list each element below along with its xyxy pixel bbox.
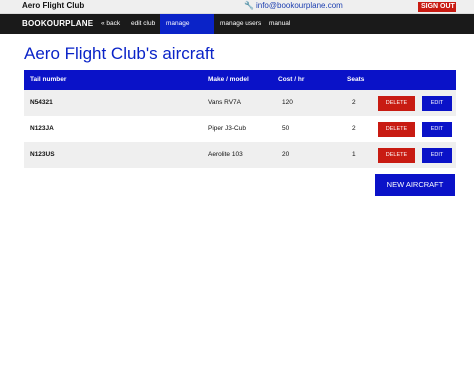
cell-make-model: Piper J3-Cub [208,125,246,132]
nav-manage-users[interactable]: manage users [214,14,267,34]
cell-tail-number: N123JA [30,125,54,132]
cell-seats: 1 [352,151,356,158]
club-name: Aero Flight Club [22,1,85,10]
cell-make-model: Vans RV7A [208,99,242,106]
contact-link[interactable]: 🔧 info@bookourplane.com [244,1,343,10]
delete-button[interactable]: DELETE [378,96,415,111]
edit-button[interactable]: EDIT [422,96,452,111]
table-row: N123US Aerolite 103 20 1 DELETE EDIT [24,142,456,168]
main-navbar: BOOKOURPLANE « back edit club manage air… [0,14,474,47]
edit-button[interactable]: EDIT [422,122,452,137]
delete-button[interactable]: DELETE [378,122,415,137]
sign-out-label: SIGN OUT [421,3,455,10]
table-header: Tail number Make / model Cost / hr Seats [24,70,456,90]
cell-make-model: Aerolite 103 [208,151,243,158]
sign-out-button[interactable]: SIGN OUT➜ [418,2,456,20]
cell-tail-number: N123US [30,151,55,158]
cell-cost: 120 [282,99,293,106]
new-aircraft-button[interactable]: NEW AIRCRAFT [375,174,455,196]
cell-cost: 20 [282,151,290,158]
contact-email[interactable]: info@bookourplane.com [256,1,343,10]
nav-back[interactable]: « back [95,14,126,34]
brand-logo[interactable]: BOOKOURPLANE [22,14,93,34]
table-row: N54321 Vans RV7A 120 2 DELETE EDIT [24,90,456,116]
delete-button[interactable]: DELETE [378,148,415,163]
edit-button[interactable]: EDIT [422,148,452,163]
cell-cost: 50 [282,125,290,132]
top-bar: Aero Flight Club 🔧 info@bookourplane.com … [0,0,474,20]
cell-seats: 2 [352,99,356,106]
header-cost-hr: Cost / hr [278,76,305,83]
wrench-icon: 🔧 [244,1,254,10]
table-row: N123JA Piper J3-Cub 50 2 DELETE EDIT [24,116,456,142]
header-tail-number: Tail number [30,76,67,83]
header-make-model: Make / model [208,76,249,83]
page-title: Aero Flight Club's aircraft [24,44,215,63]
cell-tail-number: N54321 [30,99,53,106]
aircraft-table: Tail number Make / model Cost / hr Seats… [24,70,456,168]
nav-manage-aircraft[interactable]: manage aircraft [160,14,214,47]
nav-edit-club[interactable]: edit club [125,14,161,34]
nav-manual[interactable]: manual [263,14,296,34]
cell-seats: 2 [352,125,356,132]
header-seats: Seats [347,76,365,83]
